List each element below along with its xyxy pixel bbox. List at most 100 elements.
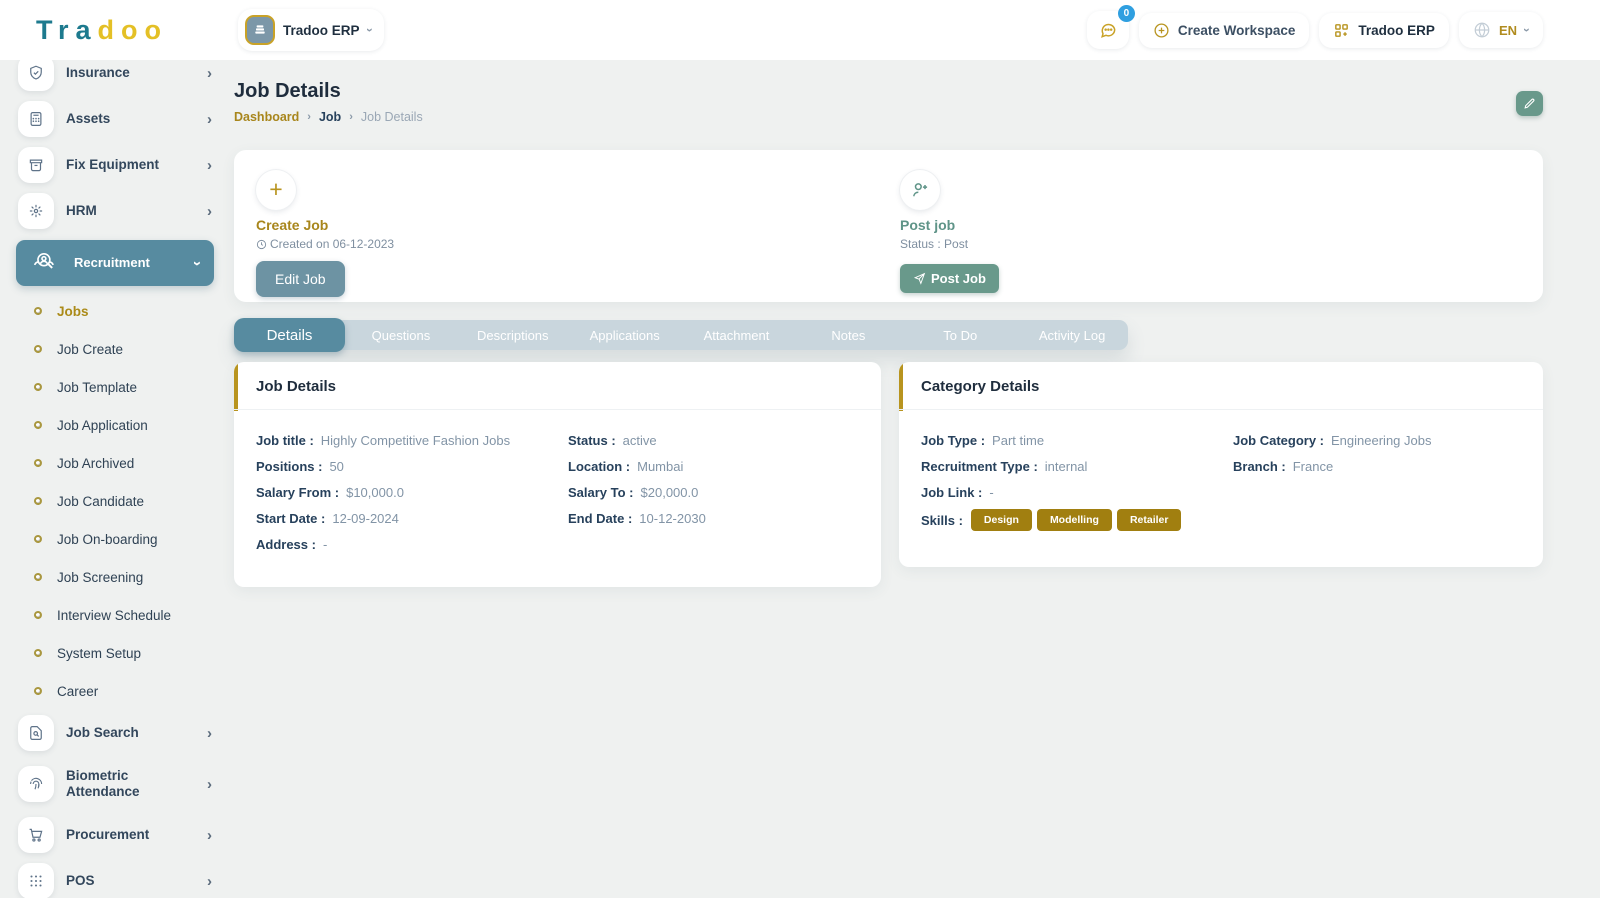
chevron-right-icon: › <box>207 873 212 890</box>
tab-details[interactable]: Details <box>234 318 345 352</box>
create-job-section: + Create Job Created on 06-12-2023 Edit … <box>256 170 1521 297</box>
tab-activity-log[interactable]: Activity Log <box>1016 328 1128 343</box>
post-job-section: Post job Status : Post Post Job <box>900 170 999 293</box>
workspace-selector[interactable]: Tradoo ERP › <box>238 9 384 51</box>
breadcrumb: Dashboard › Job › Job Details <box>234 110 1543 124</box>
skill-badge: Design <box>971 509 1032 531</box>
bullet-icon <box>33 344 43 354</box>
sidebar-item-career[interactable]: Career <box>0 672 230 710</box>
field-row: Job title : Highly Competitive Fashion J… <box>256 427 568 453</box>
category-details-card-title: Category Details <box>899 362 1543 410</box>
clock-icon <box>256 239 267 250</box>
chevron-down-icon: › <box>363 28 377 32</box>
field-value: internal <box>1045 459 1088 474</box>
sidebar-item-job-create[interactable]: Job Create <box>0 330 230 368</box>
job-details-col2: Status : active Location : Mumbai Salary… <box>568 427 859 557</box>
sidebar-item-job-screening[interactable]: Job Screening <box>0 558 230 596</box>
tab-attachment[interactable]: Attachment <box>681 328 793 343</box>
field-label: Recruitment Type : <box>921 459 1038 474</box>
field-row: Salary To : $20,000.0 <box>568 479 859 505</box>
edit-page-button[interactable] <box>1516 91 1543 116</box>
workspace-label: Tradoo ERP <box>283 23 360 38</box>
field-label: Location : <box>568 459 630 474</box>
sidebar-item-assets[interactable]: Assets › <box>0 96 230 142</box>
field-label: Job Link : <box>921 485 982 500</box>
hrm-icon <box>18 193 54 229</box>
skills-badges: DesignModellingRetailer <box>971 509 1182 531</box>
pencil-icon <box>1523 97 1536 110</box>
sidebar-item-procurement[interactable]: Procurement › <box>0 812 230 858</box>
sidebar-item-biometric-attendance[interactable]: Biometric Attendance › <box>0 756 230 812</box>
sidebar-item-insurance[interactable]: Insurance › <box>0 60 230 96</box>
grid-dots-icon <box>18 863 54 898</box>
sidebar-item-jobs[interactable]: Jobs <box>0 292 230 330</box>
skill-badge: Retailer <box>1117 509 1182 531</box>
chevron-right-icon: › <box>207 65 212 82</box>
field-label: Branch : <box>1233 459 1286 474</box>
field-value: 12-09-2024 <box>332 511 399 526</box>
sidebar-item-fix-equipment[interactable]: Fix Equipment › <box>0 142 230 188</box>
chevron-right-icon: › <box>207 776 212 793</box>
sidebar-item-recruitment[interactable]: Recruitment › <box>16 240 214 286</box>
tab-descriptions[interactable]: Descriptions <box>457 328 569 343</box>
plus-circle-icon <box>1153 22 1170 39</box>
sidebar-item-pos[interactable]: POS › <box>0 858 230 898</box>
field-row: End Date : 10-12-2030 <box>568 505 859 531</box>
field-row: Job Link : - <box>921 479 1233 505</box>
field-label: Salary To : <box>568 485 634 500</box>
sidebar-item-job-application[interactable]: Job Application <box>0 406 230 444</box>
sidebar-item-job-template[interactable]: Job Template <box>0 368 230 406</box>
sidebar: Insurance › Assets › Fix Equipment › HRM… <box>0 60 230 898</box>
tab-notes[interactable]: Notes <box>792 328 904 343</box>
chat-button[interactable]: 0 <box>1087 11 1129 49</box>
bullet-icon <box>33 534 43 544</box>
sidebar-item-hrm[interactable]: HRM › <box>0 188 230 234</box>
topbar: Tradoo Tradoo ERP › 0 Create Workspace T… <box>0 0 1600 60</box>
language-selector[interactable]: EN › <box>1459 12 1543 48</box>
send-icon <box>913 272 926 285</box>
main-content: Job Details Dashboard › Job › Job Detail… <box>234 60 1543 587</box>
sidebar-item-system-setup[interactable]: System Setup <box>0 634 230 672</box>
globe-icon <box>1473 21 1491 39</box>
chat-icon <box>1098 20 1118 40</box>
field-row: Address : - <box>256 531 568 557</box>
field-row: Job Type : Part time <box>921 427 1233 453</box>
sidebar-item-job-search[interactable]: Job Search › <box>0 710 230 756</box>
skill-badge: Modelling <box>1037 509 1112 531</box>
field-label: Job Category : <box>1233 433 1324 448</box>
skills-label: Skills : <box>921 513 963 528</box>
sidebar-item-job-archived[interactable]: Job Archived <box>0 444 230 482</box>
breadcrumb-current: Job Details <box>361 110 423 124</box>
breadcrumb-dashboard[interactable]: Dashboard <box>234 110 299 124</box>
tab-applications[interactable]: Applications <box>569 328 681 343</box>
create-workspace-button[interactable]: Create Workspace <box>1139 13 1310 48</box>
post-job-title: Post job <box>900 217 999 233</box>
sidebar-item-interview-schedule[interactable]: Interview Schedule <box>0 596 230 634</box>
edit-job-button[interactable]: Edit Job <box>256 261 345 297</box>
chevron-right-icon: › <box>207 203 212 220</box>
breadcrumb-job[interactable]: Job <box>319 110 341 124</box>
sidebar-item-job-onboarding[interactable]: Job On-boarding <box>0 520 230 558</box>
apps-grid-icon <box>1333 22 1350 39</box>
chevron-right-icon: › <box>207 725 212 742</box>
erp-apps-button[interactable]: Tradoo ERP <box>1319 13 1449 48</box>
bullet-icon <box>33 306 43 316</box>
post-job-button[interactable]: Post Job <box>900 264 999 293</box>
sidebar-item-job-candidate[interactable]: Job Candidate <box>0 482 230 520</box>
field-value: - <box>989 485 993 500</box>
detail-cards-row: Job Details Job title : Highly Competiti… <box>234 362 1543 587</box>
job-actions-card: + Create Job Created on 06-12-2023 Edit … <box>234 150 1543 302</box>
field-label: End Date : <box>568 511 632 526</box>
field-row: Status : active <box>568 427 859 453</box>
breadcrumb-separator: › <box>349 111 353 123</box>
brand-logo[interactable]: Tradoo <box>0 15 230 46</box>
tab-todo[interactable]: To Do <box>904 328 1016 343</box>
post-job-status: Status : Post <box>900 237 999 251</box>
chevron-down-icon: › <box>189 261 206 266</box>
tab-questions[interactable]: Questions <box>345 328 457 343</box>
bullet-icon <box>33 496 43 506</box>
page-title: Job Details <box>234 80 1543 103</box>
field-row: Positions : 50 <box>256 453 568 479</box>
recruitment-icon <box>28 246 62 280</box>
job-details-card-title: Job Details <box>234 362 881 410</box>
